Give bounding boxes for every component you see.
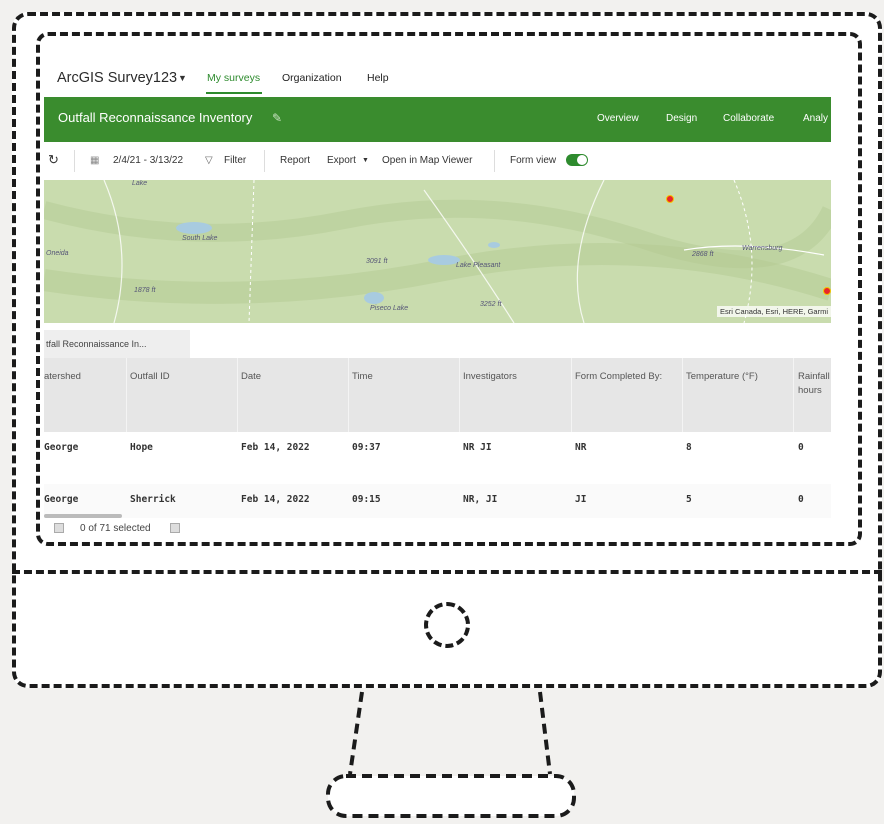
- column-header[interactable]: Form Completed By:: [575, 370, 665, 384]
- form-view-toggle[interactable]: [566, 154, 588, 166]
- map-label: 2868 ft: [692, 251, 714, 258]
- table-cell: NR JI: [463, 442, 492, 453]
- map-label: South Lake: [182, 235, 218, 242]
- table-footer: 0 of 71 selected: [44, 518, 831, 538]
- column-divider: [793, 358, 794, 432]
- table-cell: Feb 14, 2022: [241, 442, 310, 453]
- survey-title: Outfall Reconnaissance Inventory: [58, 110, 253, 125]
- toolbar-divider: [74, 150, 75, 172]
- column-header[interactable]: Time: [352, 370, 373, 384]
- map-label: Oneida: [46, 250, 69, 257]
- nav-organization[interactable]: Organization: [282, 72, 342, 84]
- table-cell: Feb 14, 2022: [241, 494, 310, 505]
- pencil-icon[interactable]: ✎: [272, 111, 282, 125]
- column-header[interactable]: Temperature (°F): [686, 370, 758, 384]
- table-row[interactable]: George Sherrick Feb 14, 2022 09:15 NR, J…: [44, 484, 831, 519]
- map-label: Warrensburg: [742, 245, 783, 252]
- layer-tabs: tfall Reconnaissance In...: [44, 328, 831, 358]
- table-row[interactable]: George Hope Feb 14, 2022 09:37 NR JI NR …: [44, 432, 831, 485]
- table-cell: Hope: [130, 442, 153, 453]
- map-attribution: Esri Canada, Esri, HERE, Garmi: [717, 306, 831, 317]
- export-button[interactable]: Export: [327, 155, 356, 166]
- column-divider: [459, 358, 460, 432]
- tab-design[interactable]: Design: [666, 113, 697, 124]
- map-label: Lake: [132, 180, 148, 187]
- table-cell: 8: [686, 442, 692, 453]
- top-navigation: ArcGIS Survey123 ▼ My surveys Organizati…: [44, 40, 831, 97]
- chevron-down-icon[interactable]: ▼: [362, 157, 369, 164]
- app-screen: ArcGIS Survey123 ▼ My surveys Organizati…: [44, 40, 831, 538]
- table-cell: George: [44, 494, 79, 505]
- table-cell: 09:15: [352, 494, 381, 505]
- filter-icon[interactable]: ▽: [205, 155, 213, 166]
- form-view-label: Form view: [510, 155, 557, 166]
- table-cell: 0: [798, 494, 804, 505]
- show-selected-checkbox[interactable]: [170, 523, 180, 533]
- column-header[interactable]: Outfall ID: [130, 370, 170, 384]
- table-cell: JI: [575, 494, 587, 505]
- column-divider: [571, 358, 572, 432]
- map-label: 1878 ft: [134, 287, 156, 294]
- selection-count: 0 of 71 selected: [80, 523, 151, 534]
- column-divider: [126, 358, 127, 432]
- table-cell: George: [44, 442, 79, 453]
- chevron-down-icon[interactable]: ▼: [178, 73, 187, 83]
- tab-collaborate[interactable]: Collaborate: [723, 113, 774, 124]
- tab-layer[interactable]: tfall Reconnaissance In...: [44, 330, 190, 358]
- map-label: Piseco Lake: [370, 305, 409, 312]
- column-header[interactable]: Rainfall hours: [798, 370, 830, 398]
- map-label: 3091 ft: [366, 258, 388, 265]
- refresh-icon[interactable]: ↻: [48, 152, 59, 168]
- table-cell: 0: [798, 442, 804, 453]
- calendar-icon[interactable]: ▦: [90, 155, 99, 166]
- table-cell: 5: [686, 494, 692, 505]
- column-header[interactable]: atershed: [44, 370, 81, 384]
- table-cell: Sherrick: [130, 494, 176, 505]
- date-range[interactable]: 2/4/21 - 3/13/22: [113, 155, 183, 166]
- active-nav-indicator: [206, 92, 262, 94]
- map-label: Lake Pleasant: [456, 262, 501, 269]
- table-header: atershed Outfall ID Date Time Investigat…: [44, 358, 831, 432]
- open-map-viewer-button[interactable]: Open in Map Viewer: [382, 155, 472, 166]
- column-header[interactable]: Date: [241, 370, 261, 384]
- toolbar-divider: [264, 150, 265, 172]
- nav-help[interactable]: Help: [367, 72, 389, 84]
- filter-button[interactable]: Filter: [224, 155, 246, 166]
- select-all-checkbox[interactable]: [54, 523, 64, 533]
- app-title[interactable]: ArcGIS Survey123: [57, 70, 177, 86]
- nav-my-surveys[interactable]: My surveys: [207, 72, 260, 84]
- toolbar-divider: [494, 150, 495, 172]
- column-divider: [348, 358, 349, 432]
- map-view[interactable]: Lake South Lake 3091 ft Lake Pleasant 28…: [44, 180, 831, 323]
- column-divider: [237, 358, 238, 432]
- table-cell: NR: [575, 442, 587, 453]
- toggle-knob: [577, 155, 587, 165]
- column-divider: [682, 358, 683, 432]
- report-button[interactable]: Report: [280, 155, 310, 166]
- column-header[interactable]: Investigators: [463, 370, 517, 384]
- map-label: 3252 ft: [480, 301, 502, 308]
- survey-header: Outfall Reconnaissance Inventory ✎ Overv…: [44, 97, 831, 142]
- toolbar: ↻ ▦ 2/4/21 - 3/13/22 ▽ Filter Report Exp…: [44, 142, 831, 180]
- table-cell: 09:37: [352, 442, 381, 453]
- table-cell: NR, JI: [463, 494, 498, 505]
- tab-overview[interactable]: Overview: [597, 113, 639, 124]
- tab-analyze[interactable]: Analy: [803, 113, 828, 124]
